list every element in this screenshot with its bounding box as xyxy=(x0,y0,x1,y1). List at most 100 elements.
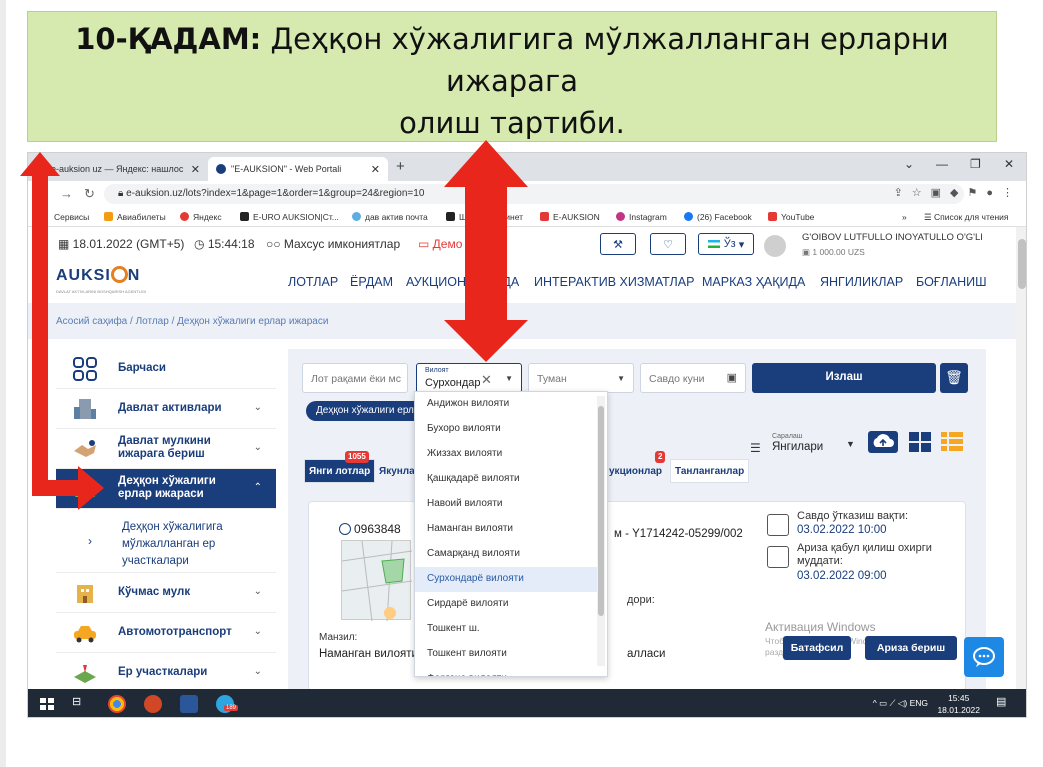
dropdown-scrollbar[interactable] xyxy=(597,396,605,666)
sidebar-item-land-plots[interactable]: Ер участкалари ⌄ xyxy=(56,653,276,693)
region-option[interactable]: Сирдарё вилояти xyxy=(415,592,597,617)
region-option[interactable]: Тошкент ш. xyxy=(415,617,597,642)
system-tray[interactable]: ^ ▭ ⟋ ◁) ENG xyxy=(873,698,928,709)
close-tab-icon[interactable]: ✕ xyxy=(371,163,380,176)
lot-card[interactable]: 0963848 м - Y1714242-05299/002 дори: Ман… xyxy=(308,501,966,691)
sidebar-item-vehicles[interactable]: Автомототранспорт ⌄ xyxy=(56,613,276,653)
bookmarks-bar: Сервисы Авиабилеты Яндекс E-URO AUKSION|… xyxy=(28,207,1026,227)
reading-list[interactable]: ☰ Список для чтения xyxy=(924,212,1009,223)
sidebar-item-state-assets[interactable]: Давлат активлари ⌄ xyxy=(56,389,276,429)
bookmark-facebook[interactable]: (26) Facebook xyxy=(684,212,752,222)
category-chip[interactable]: Деҳқон хўжалиги ерлари xyxy=(306,401,424,421)
reload-icon[interactable]: ↻ xyxy=(84,186,95,202)
back-icon[interactable]: → xyxy=(60,186,73,201)
bookmark-services[interactable]: Сервисы xyxy=(54,212,89,222)
region-option[interactable]: Қашқадарё вилояти xyxy=(415,467,597,492)
bookmark-yandex[interactable]: Яндекс xyxy=(180,212,222,222)
region-dropdown-list[interactable]: Андижон вилояти Бухоро вилояти Жиззах ви… xyxy=(414,391,608,677)
search-button[interactable]: Излаш xyxy=(752,363,936,393)
nav-about-center[interactable]: МАРКАЗ ҲАҚИДА xyxy=(702,275,805,289)
scrollbar-thumb[interactable] xyxy=(598,406,604,616)
sidebar-subitem-farm-plots[interactable]: › Деҳқон хўжалигига мўлжалланган ер учас… xyxy=(56,509,276,573)
sidebar-item-farm-land[interactable]: Деҳқон хўжалиги ерлар ижараси ⌃ xyxy=(56,469,276,509)
clear-filters-button[interactable]: 🗑︎ xyxy=(940,363,968,393)
region-option[interactable]: Бухоро вилояти xyxy=(415,417,597,442)
nav-news[interactable]: ЯНГИЛИКЛАР xyxy=(820,275,903,289)
page-scrollbar[interactable] xyxy=(1016,227,1026,689)
taskbar-clock[interactable]: 15:45 18.01.2022 xyxy=(937,692,980,716)
restore-icon[interactable]: ❐ xyxy=(970,157,981,171)
language-select[interactable]: Ўз ▾ xyxy=(698,233,754,255)
scrollbar-thumb[interactable] xyxy=(1018,239,1026,289)
region-option[interactable]: Андижон вилояти xyxy=(415,392,597,417)
nav-lots[interactable]: ЛОТЛАР xyxy=(288,275,338,289)
auction-button[interactable]: ⚒ xyxy=(600,233,636,255)
browser-tab-2[interactable]: "E-AUKSION" - Web Portali ✕ xyxy=(208,157,388,181)
region-option[interactable]: Фарғона вилояти xyxy=(415,667,597,676)
lot-number: 0963848 xyxy=(339,522,401,536)
sort-icon: ☰ xyxy=(750,441,761,455)
tab-search-icon[interactable]: ⌄ xyxy=(904,157,914,171)
region-option[interactable]: Тошкент вилояти xyxy=(415,642,597,667)
browser-screenshot: e-auksion uz — Яндекс: нашлос ✕ "E-AUKSI… xyxy=(27,152,1027,718)
demo-link[interactable]: ▭ Демо xyxy=(418,237,462,251)
favorites-button[interactable]: ♡ xyxy=(650,233,686,255)
region-option[interactable]: Навоий вилояти xyxy=(415,492,597,517)
task-view-icon[interactable]: ⊟ xyxy=(72,695,90,713)
nav-help[interactable]: ЁРДАМ xyxy=(350,275,393,289)
trade-date-input[interactable]: Савдо куни ▣ xyxy=(640,363,746,393)
region-option[interactable]: Наманган вилояти xyxy=(415,517,597,542)
site-logo[interactable]: AUKSI N xyxy=(56,266,140,285)
region-option-selected[interactable]: Сурхондарё вилояти xyxy=(415,567,597,592)
upload-button[interactable] xyxy=(868,431,898,453)
notifications-icon[interactable]: ▤ xyxy=(996,695,1014,713)
bookmark-e-uro[interactable]: E-URO AUKSION|Ст... xyxy=(240,212,339,222)
bookmark-e-auksion[interactable]: E-AUKSION xyxy=(540,212,600,222)
region-option[interactable]: Самарқанд вилояти xyxy=(415,542,597,567)
accessibility-link[interactable]: ○○ Махсус имкониятлар xyxy=(266,237,400,251)
word-icon[interactable] xyxy=(180,695,198,713)
windows-start-icon[interactable] xyxy=(38,695,56,713)
trash-icon: 🗑︎ xyxy=(945,369,963,385)
close-tab-icon[interactable]: ✕ xyxy=(191,163,200,176)
lot-number-input[interactable]: Лот рақами ёки мс xyxy=(302,363,408,393)
new-tab-icon[interactable]: + xyxy=(396,158,405,175)
powerpoint-icon[interactable] xyxy=(144,695,162,713)
apply-button[interactable]: Ариза бериш xyxy=(865,636,957,660)
sidebar-item-all[interactable]: Барчаси xyxy=(56,349,276,389)
clear-icon[interactable]: ✕ xyxy=(481,372,492,388)
region-select[interactable]: Вилоят Сурхондар ✕ ▼ xyxy=(416,363,522,393)
calendar-icon[interactable]: ▣ xyxy=(727,371,737,384)
more-bookmarks-icon[interactable]: » xyxy=(902,212,907,222)
minimize-icon[interactable]: — xyxy=(936,157,948,171)
breadcrumb[interactable]: Асосий саҳифа / Лотлар / Деҳқон хўжалиги… xyxy=(28,303,1016,339)
nav-interactive[interactable]: ИНТЕРАКТИВ ХИЗМАТЛАР xyxy=(534,275,694,289)
nav-about-auction[interactable]: АУКЦИОН ҲАҚИДА xyxy=(406,275,519,289)
tab-favorites[interactable]: Танланганлар xyxy=(670,459,750,483)
district-select[interactable]: Туман ▼ xyxy=(528,363,634,393)
chrome-icon[interactable] xyxy=(108,695,126,713)
chat-button[interactable] xyxy=(964,637,1004,677)
sidebar-item-real-estate[interactable]: Кўчмас мулк ⌄ xyxy=(56,573,276,613)
bookmark-cabinet[interactable]: Шахсий кабинет xyxy=(446,212,523,222)
user-name: G'OIBOV LUTFULLO INOYATULLO O'G'LI xyxy=(802,232,983,243)
details-button[interactable]: Батафсил xyxy=(783,636,851,660)
browser-tab-1[interactable]: e-auksion uz — Яндекс: нашлос ✕ xyxy=(28,157,208,181)
tab-my-auctions[interactable]: укционлар 2 xyxy=(604,451,667,483)
url-field[interactable]: 🔒︎ e-auksion.uz/lots?index=1&page=1&orde… xyxy=(104,184,964,204)
grid-view-button[interactable] xyxy=(908,431,932,453)
nav-contact[interactable]: БОҒЛАНИШ xyxy=(916,275,987,289)
bookmark-youtube[interactable]: YouTube xyxy=(768,212,814,222)
extension-icons[interactable]: ⇪☆▣◆⚑●⋮ xyxy=(894,186,1022,199)
bookmark-aviabilety[interactable]: Авиабилеты xyxy=(104,212,166,222)
sidebar-item-state-rent[interactable]: Давлат мулкини ижарага бериш ⌄ xyxy=(56,429,276,469)
region-option[interactable]: Жиззах вилояти xyxy=(415,442,597,467)
tab-finished[interactable]: Якунла xyxy=(374,459,420,483)
yandex-icon xyxy=(180,212,189,221)
bookmark-instagram[interactable]: Instagram xyxy=(616,212,667,222)
close-window-icon[interactable]: ✕ xyxy=(1004,157,1014,171)
telegram-icon[interactable]: 189 xyxy=(216,695,239,713)
tab-new-lots[interactable]: Янги лотлар 1055 xyxy=(304,451,376,483)
list-view-button[interactable] xyxy=(940,431,964,453)
bookmark-mail[interactable]: дав актив почта xyxy=(352,212,428,222)
